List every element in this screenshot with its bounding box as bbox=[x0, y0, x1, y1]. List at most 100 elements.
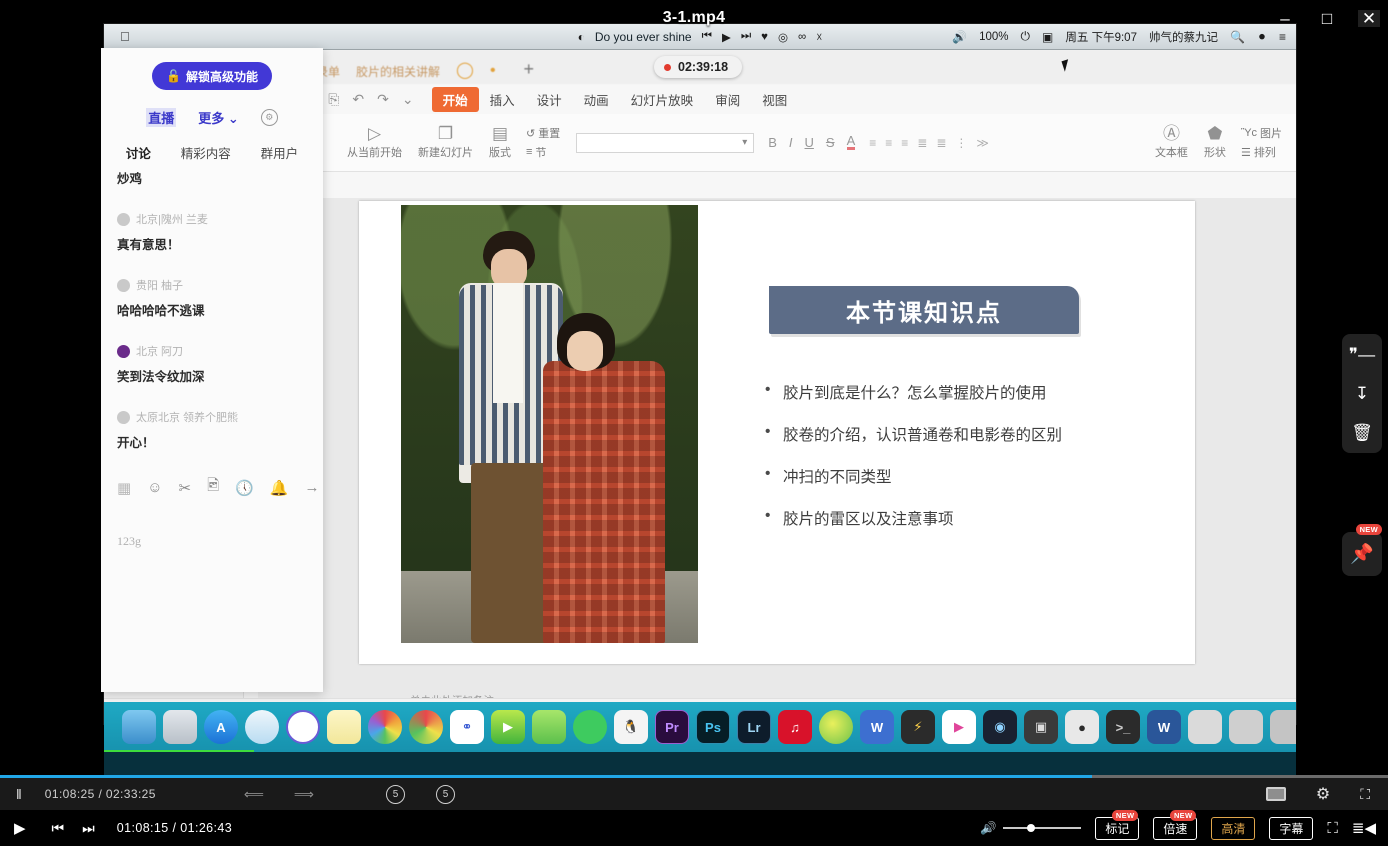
dock-item-lightroom[interactable]: Lr bbox=[737, 710, 771, 744]
dock-item-stickies[interactable] bbox=[327, 710, 361, 744]
expand-icon[interactable]: ⛶ bbox=[1360, 786, 1370, 803]
bullet-list-icon[interactable]: ≣ bbox=[917, 136, 927, 150]
now-playing-icon[interactable]: ◐ bbox=[578, 30, 585, 44]
media-prev-icon[interactable]: ⏮ bbox=[702, 30, 712, 43]
dock-item-launchpad[interactable] bbox=[163, 710, 197, 744]
chat-input[interactable]: 123g bbox=[101, 534, 323, 549]
playlist-icon[interactable]: ≣◀ bbox=[1352, 819, 1376, 837]
delete-icon[interactable]: 🗑 bbox=[1351, 424, 1373, 441]
ribbon-reset[interactable]: ↺ 重置 bbox=[526, 125, 560, 141]
dock-item-premiere[interactable]: Pr bbox=[655, 710, 689, 744]
gear-icon[interactable]: ⚙ bbox=[261, 109, 278, 126]
dock-item-photoshop[interactable]: Ps bbox=[696, 710, 730, 744]
pause-button[interactable]: ‖ bbox=[16, 786, 23, 802]
dock-item-folder[interactable] bbox=[1270, 710, 1296, 744]
mark-button[interactable]: NEW 标记 bbox=[1095, 817, 1139, 840]
ribbon-from-current-slide[interactable]: ▷ 从当前开始 bbox=[340, 125, 409, 160]
previous-button[interactable]: ⏮ bbox=[52, 820, 65, 837]
print-preview-icon[interactable]: ⎘ bbox=[328, 91, 339, 108]
video-stage[interactable]:  ◐ Do you ever shine ⏮ ▶ ⏭ ♥ ◎ ∞ ☓ 🔊 10… bbox=[0, 0, 1388, 775]
volume-control[interactable]: 🔊 bbox=[980, 821, 1081, 835]
mac-dock[interactable]: A ⚭ ▶ 🐧 Pr Ps Lr ♫ W ⚡ ▶ ◉ ▣ ● >_ W bbox=[104, 702, 1296, 752]
heart-icon[interactable]: ♥ bbox=[761, 31, 768, 43]
cloud-icon[interactable]: ☓ bbox=[816, 30, 822, 44]
next-button[interactable]: ⏭ bbox=[82, 820, 95, 837]
dock-item-wps[interactable]: W bbox=[860, 710, 894, 744]
forward-5-button[interactable]: 5 bbox=[436, 785, 455, 804]
italic-button[interactable]: I bbox=[789, 135, 793, 150]
dock-item-finder[interactable] bbox=[122, 710, 156, 744]
align-center-icon[interactable]: ≡ bbox=[885, 136, 892, 150]
timer-icon[interactable]: ◎ bbox=[778, 30, 788, 44]
dock-item-notes-app[interactable] bbox=[286, 710, 320, 744]
chat-message-list[interactable]: 炒鸡 北京|隗州 兰麦 真有意思！ 贵阳 柚子 哈哈哈哈不逃课 bbox=[101, 168, 323, 451]
dock-item-chrome[interactable] bbox=[409, 710, 443, 744]
underline-button[interactable]: U bbox=[805, 135, 814, 150]
ribbon-shape[interactable]: ⬟ 形状 bbox=[1197, 125, 1233, 160]
ribbon-arrange[interactable]: ☰ 排列 bbox=[1241, 144, 1282, 160]
ribbon-tab-animation[interactable]: 动画 bbox=[573, 87, 620, 112]
pin-icon[interactable]: 📌 bbox=[1350, 542, 1374, 566]
strikethrough-button[interactable]: S bbox=[826, 135, 835, 150]
image-icon[interactable]: 🖻 bbox=[207, 475, 219, 500]
dock-item-quark[interactable]: ◉ bbox=[983, 710, 1017, 744]
ribbon-layout[interactable]: ▤ 版式 bbox=[482, 125, 518, 160]
bold-button[interactable]: B bbox=[768, 135, 777, 150]
dock-item-appstore[interactable]: A bbox=[204, 710, 238, 744]
search-icon[interactable]: 🔍 bbox=[1230, 30, 1245, 44]
siri-icon[interactable]: ⚫ bbox=[1257, 30, 1267, 44]
dock-item-thunder[interactable] bbox=[819, 710, 853, 744]
step-forward-icon[interactable]: ⟹ bbox=[294, 786, 314, 803]
dock-item-calculator[interactable]: ▣ bbox=[1024, 710, 1058, 744]
close-button[interactable]: ✕ bbox=[1358, 10, 1380, 27]
undo-icon[interactable]: ↶ bbox=[352, 91, 364, 108]
dock-item-photos[interactable] bbox=[368, 710, 402, 744]
scissors-icon[interactable]: ✂ bbox=[179, 479, 192, 497]
dock-item-word[interactable]: W bbox=[1147, 710, 1181, 744]
align-left-icon[interactable]: ≡ bbox=[869, 136, 876, 150]
ribbon-tab-insert[interactable]: 插入 bbox=[479, 87, 526, 112]
media-next-icon[interactable]: ⏭ bbox=[741, 30, 751, 43]
chat-tab-discussion[interactable]: 讨论 bbox=[126, 143, 151, 162]
player-lower-bar[interactable]: ▶ ⏮ ⏭ 01:08:15 / 01:26:43 🔊 NEW 标记 NEW 倍… bbox=[0, 810, 1388, 846]
font-name-combo[interactable]: ▾ bbox=[576, 133, 754, 153]
link-icon[interactable]: ∞ bbox=[798, 31, 806, 43]
ribbon-tab-design[interactable]: 设计 bbox=[526, 87, 573, 112]
control-center-icon[interactable]: ≡ bbox=[1279, 30, 1286, 44]
line-spacing-icon[interactable]: ⋮ bbox=[955, 136, 967, 150]
menubar-user[interactable]: 帅气的蔡九记 bbox=[1149, 29, 1218, 45]
volume-icon[interactable]: 🔊 bbox=[952, 30, 967, 44]
ribbon-textbox[interactable]: Ⓐ 文本框 bbox=[1148, 125, 1195, 160]
align-right-icon[interactable]: ≡ bbox=[901, 136, 908, 150]
dock-item-baidu[interactable]: ● bbox=[1065, 710, 1099, 744]
send-icon[interactable]: → bbox=[305, 479, 320, 496]
chat-tab-highlights[interactable]: 精彩内容 bbox=[181, 143, 231, 162]
dock-item-video-app[interactable]: ▶ bbox=[942, 710, 976, 744]
player-upper-bar[interactable]: ‖ 01:08:25 / 02:33:25 ⟸ ⟹ 5 5 ⚙ ⛶ bbox=[0, 775, 1388, 810]
volume-track[interactable] bbox=[1003, 827, 1081, 829]
dock-item-mail[interactable] bbox=[1188, 710, 1222, 744]
dock-item-lark[interactable]: ⚭ bbox=[450, 710, 484, 744]
customize-qat-icon[interactable]: ⌄ bbox=[402, 91, 414, 108]
slide-bullet-list[interactable]: 胶片到底是什么？怎么掌握胶片的使用 胶卷的介绍，认识普通卷和电影卷的区别 冲扫的… bbox=[765, 381, 1165, 549]
bell-icon[interactable]: 🔔 bbox=[270, 479, 289, 497]
dock-item-player[interactable]: ▶ bbox=[491, 710, 525, 744]
download-icon[interactable]: ↧ bbox=[1355, 385, 1369, 402]
speed-button[interactable]: NEW 倍速 bbox=[1153, 817, 1197, 840]
dock-item-hello[interactable] bbox=[532, 710, 566, 744]
ribbon-tab-review[interactable]: 审阅 bbox=[704, 87, 751, 112]
dock-item-qq[interactable]: 🐧 bbox=[614, 710, 648, 744]
unlock-premium-button[interactable]: 🔓 解锁高级功能 bbox=[152, 62, 272, 90]
chat-more-menu[interactable]: 更多 ⌄ bbox=[198, 108, 239, 127]
ribbon-tab-slideshow[interactable]: 幻灯片放映 bbox=[620, 87, 705, 112]
volume-knob[interactable] bbox=[1027, 824, 1035, 832]
current-slide[interactable]: 本节课知识点 胶片到底是什么？怎么掌握胶片的使用 胶卷的介绍，认识普通卷和电影卷… bbox=[359, 201, 1195, 664]
dock-item-shield[interactable]: ⚡ bbox=[901, 710, 935, 744]
ribbon-tab-start[interactable]: 开始 bbox=[432, 87, 479, 112]
media-play-icon[interactable]: ▶ bbox=[722, 30, 731, 44]
pip-icon[interactable] bbox=[1266, 787, 1286, 801]
ribbon-new-slide[interactable]: ❐ 新建幻灯片 bbox=[411, 125, 480, 160]
dock-item-wechat[interactable] bbox=[573, 710, 607, 744]
emoji-icon[interactable]: ☺ bbox=[147, 479, 162, 496]
live-chat-panel[interactable]: 🔓 解锁高级功能 直播 更多 ⌄ ⚙ 讨论 精彩内容 群用户 炒鸡 bbox=[101, 48, 323, 692]
